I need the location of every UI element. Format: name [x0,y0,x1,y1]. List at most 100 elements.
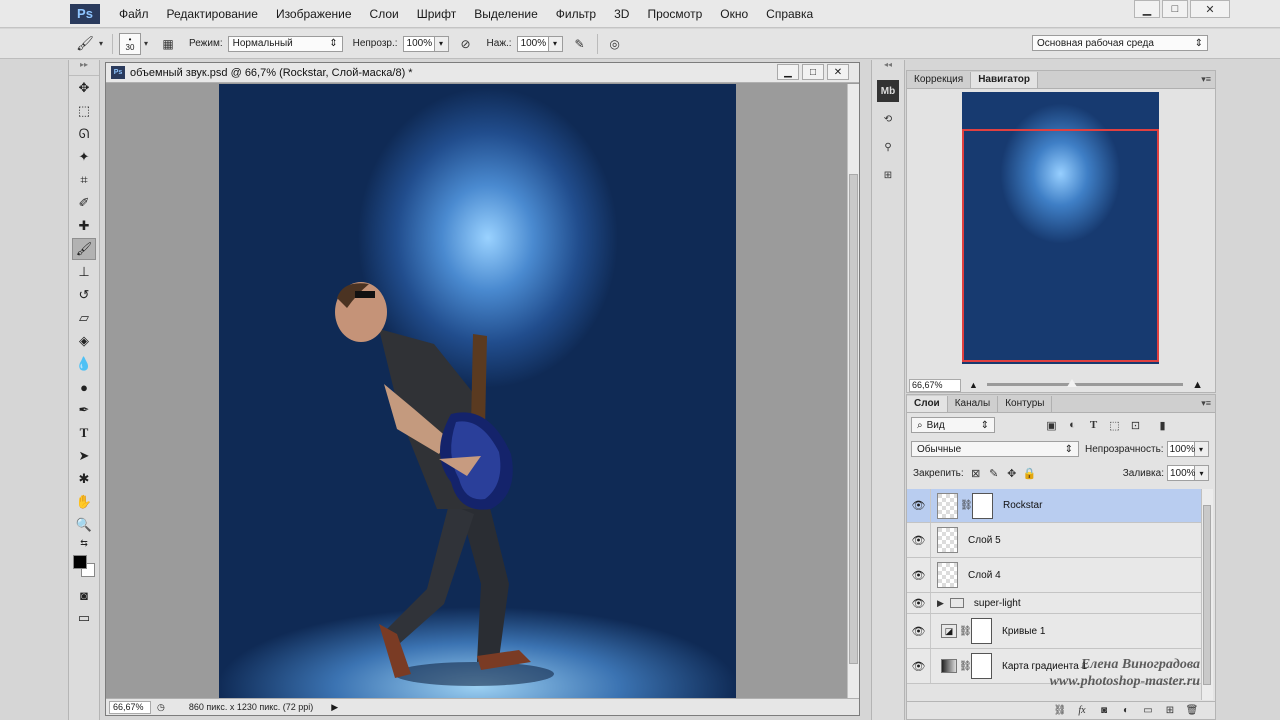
pen-tool-icon[interactable]: ✒ [72,399,96,421]
document-minimize-button[interactable]: ▁ [777,64,799,80]
layer-style-fx-icon[interactable]: fx [1071,703,1093,719]
eraser-tool-icon[interactable]: ▱ [72,307,96,329]
scrollbar-thumb[interactable] [849,174,858,664]
path-selection-tool-icon[interactable]: ➤ [72,445,96,467]
type-tool-icon[interactable]: T [72,422,96,444]
dock-grip-icon[interactable]: ◂◂ [872,60,904,74]
lock-all-icon[interactable]: 🔒 [1023,467,1037,480]
brush-panel-toggle-icon[interactable]: ▦ [157,33,179,55]
hand-tool-icon[interactable]: ✋ [72,491,96,513]
minimize-button[interactable]: ▁ [1134,0,1160,18]
menu-select[interactable]: Выделение [465,7,547,21]
menu-window[interactable]: Окно [711,7,757,21]
layer-row[interactable]: 👁 ◪ ⛓ Кривые 1 [907,614,1203,649]
scrollbar-thumb[interactable] [1203,505,1211,685]
navigator-view-box[interactable] [962,129,1159,362]
fill-dropdown[interactable]: ▾ [1195,465,1209,481]
screen-mode-icon[interactable]: ▭ [72,607,96,629]
lock-transparency-icon[interactable]: ⊠ [970,467,982,480]
trash-icon[interactable]: 🗑 [1181,703,1203,719]
history-brush-tool-icon[interactable]: ↺ [72,284,96,306]
filter-adjustment-icon[interactable]: ◐ [1066,419,1079,432]
document-close-button[interactable]: ✕ [827,64,849,80]
eye-icon[interactable]: 👁 [907,649,931,683]
slider-knob[interactable] [1067,379,1077,387]
menu-3d[interactable]: 3D [605,7,638,21]
marquee-tool-icon[interactable]: ⬚ [72,100,96,122]
crop-tool-icon[interactable]: ⌗ [72,169,96,191]
fill-field[interactable]: 100% [1167,465,1196,481]
layer-opacity-dropdown[interactable]: ▾ [1194,441,1209,457]
foreground-color-swatch[interactable] [73,555,87,569]
layer-mask-thumbnail[interactable] [971,618,992,644]
layer-row[interactable]: 👁 Слой 4 [907,558,1203,593]
status-expand-icon[interactable]: ▶ [331,702,338,713]
layer-opacity-field[interactable]: 100% [1166,441,1195,457]
custom-shape-tool-icon[interactable]: ✱ [72,468,96,490]
quick-mask-icon[interactable]: ◙ [72,584,96,606]
blend-mode-select[interactable]: Нормальный ⇕ [227,35,343,52]
link-icon[interactable]: ⛓ [959,661,972,672]
chevron-down-icon[interactable]: ▾ [96,33,106,55]
lock-pixels-icon[interactable]: ✎ [988,467,1000,480]
menu-edit[interactable]: Редактирование [158,7,267,21]
filter-smart-object-icon[interactable]: ⊡ [1129,419,1142,432]
link-icon[interactable]: ⛓ [960,500,973,511]
layer-group-row[interactable]: 👁 ▶ super-light [907,593,1203,614]
opacity-dropdown[interactable]: ▾ [434,35,449,52]
panel-menu-icon[interactable]: ▾≡ [1201,74,1211,85]
tab-layers[interactable]: Слои [907,396,948,412]
eye-icon[interactable]: 👁 [907,593,931,613]
chevron-down-icon[interactable]: ▾ [141,33,151,55]
tab-navigator[interactable]: Навигатор [971,72,1038,88]
document-zoom-field[interactable]: 66,67% [109,700,151,714]
artwork-image[interactable] [219,84,736,699]
clone-stamp-tool-icon[interactable]: ⊥ [72,261,96,283]
pressure-size-icon[interactable]: ◎ [604,33,626,55]
brush-tool-preset-icon[interactable]: 🖌 [74,33,96,55]
add-mask-icon[interactable]: ◙ [1093,703,1115,719]
layer-row[interactable]: 👁 ⛓ Rockstar [907,489,1203,523]
zoom-out-icon[interactable]: ▲ [969,380,978,390]
pressure-opacity-icon[interactable]: ⊘ [455,33,477,55]
zoom-in-icon[interactable]: ▲ [1192,379,1203,391]
canvas-vertical-scrollbar[interactable] [847,84,859,699]
menu-help[interactable]: Справка [757,7,822,21]
document-maximize-button[interactable]: □ [802,64,824,80]
pressure-field[interactable]: 100% [516,35,549,52]
maximize-button[interactable]: □ [1162,0,1188,18]
new-layer-icon[interactable]: ⊞ [1159,703,1181,719]
menu-layer[interactable]: Слои [361,7,408,21]
layer-row[interactable]: 👁 Слой 5 [907,523,1203,558]
layer-mask-thumbnail[interactable] [972,492,993,519]
workspace-select[interactable]: Основная рабочая среда ⇕ [1032,35,1208,51]
quick-select-tool-icon[interactable]: ✦ [72,146,96,168]
close-button[interactable]: ✕ [1190,0,1230,18]
navigator-zoom-slider[interactable] [987,379,1183,387]
healing-brush-tool-icon[interactable]: ✚ [72,215,96,237]
lasso-tool-icon[interactable]: ᘏ [72,123,96,145]
link-icon[interactable]: ⛓ [959,626,972,637]
pressure-dropdown[interactable]: ▾ [548,35,563,52]
canvas-area[interactable] [108,84,846,699]
chevron-right-icon[interactable]: ▶ [937,598,944,609]
blur-tool-icon[interactable]: 💧 [72,353,96,375]
swap-colors-icon[interactable]: ⇆ [72,537,96,549]
adjustment-layer-icon[interactable]: ◐ [1115,703,1137,719]
tab-paths[interactable]: Контуры [998,396,1053,412]
layer-mask-thumbnail[interactable] [971,653,992,679]
panel-menu-icon[interactable]: ▾≡ [1201,398,1211,409]
menu-image[interactable]: Изображение [267,7,361,21]
mini-bridge-icon[interactable]: Mb [877,80,899,102]
layer-thumbnail[interactable] [937,492,958,519]
tab-channels[interactable]: Каналы [948,396,999,412]
eye-icon[interactable]: 👁 [907,614,931,648]
status-info-icon[interactable]: ◷ [157,702,165,713]
eye-icon[interactable]: 👁 [907,489,931,522]
zoom-tool-icon[interactable]: 🔍 [72,514,96,536]
layer-thumbnail[interactable] [937,527,958,553]
eye-icon[interactable]: 👁 [907,558,931,592]
tab-adjustments[interactable]: Коррекция [907,72,972,88]
tools-grip-icon[interactable]: ▸▸ [69,60,99,76]
filter-shape-icon[interactable]: ⬚ [1108,419,1121,432]
